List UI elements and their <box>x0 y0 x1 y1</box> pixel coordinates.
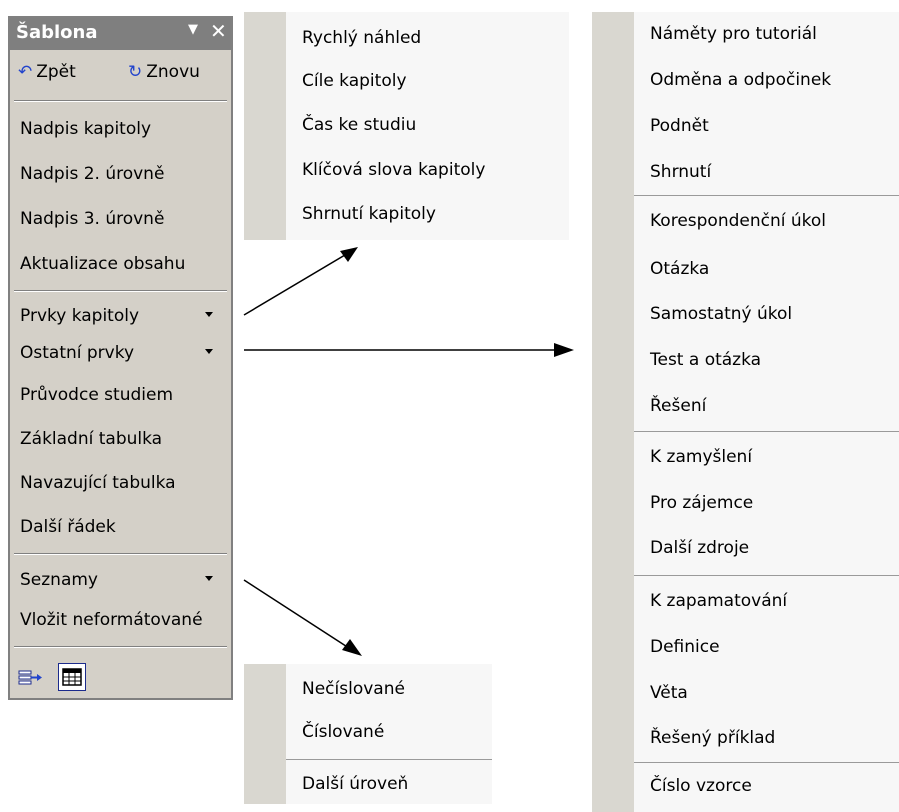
arrowhead-prvky-kapitoly <box>340 247 358 262</box>
arrow-to-prvky-kapitoly <box>243 251 351 316</box>
arrowhead-seznamy <box>342 639 362 656</box>
connector-arrows <box>243 247 574 656</box>
arrowhead-ostatni-prvky <box>554 343 574 357</box>
arrow-to-seznamy <box>243 579 353 651</box>
